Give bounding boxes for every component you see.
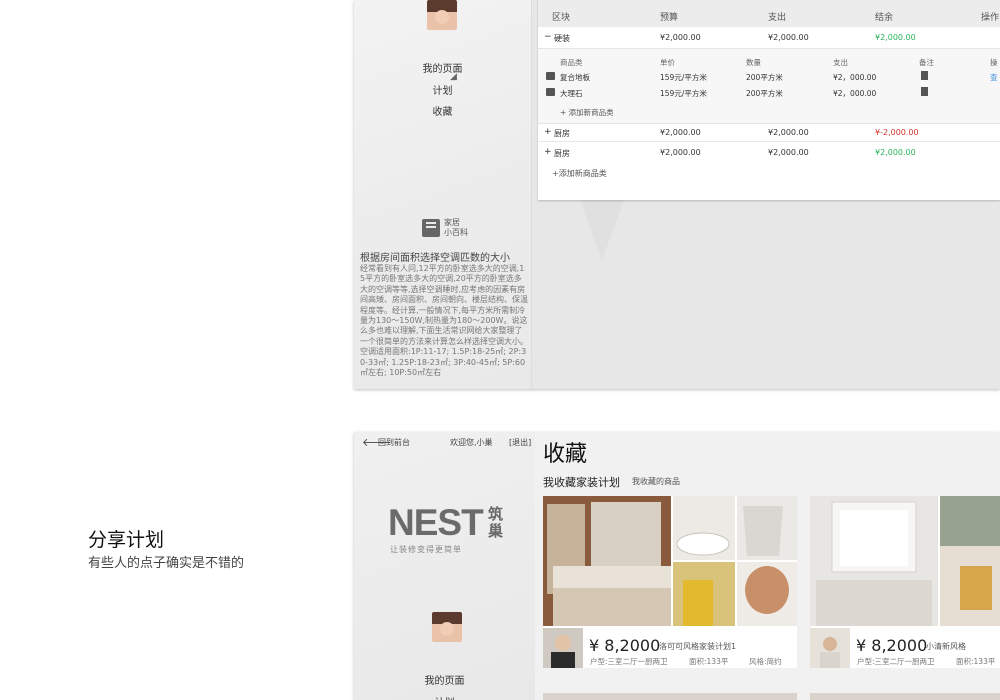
add-category-row: +添加新商品类 bbox=[538, 162, 1000, 182]
header-block: 区块 bbox=[552, 13, 571, 23]
header-balance: 结余 bbox=[875, 13, 894, 23]
next-card-row bbox=[810, 693, 1000, 700]
card-layout: 户型:三室二厅一厨两卫 bbox=[857, 657, 935, 666]
header-actions: 操作 bbox=[981, 13, 1000, 23]
avatar[interactable] bbox=[432, 612, 462, 642]
header-spent: 支出 bbox=[768, 13, 787, 23]
nest-logo[interactable]: NEST 筑巢 bbox=[388, 502, 503, 543]
nav-plan[interactable]: 计划 bbox=[354, 694, 535, 700]
table-row: + 厨房 ¥2,000.00 ¥2,000.00 ¥-2,000.00 bbox=[538, 122, 1000, 142]
card-title: 小清新风格 bbox=[926, 642, 966, 651]
wiki-line1: 家居 bbox=[444, 218, 460, 227]
share-plan-caption: 分享计划 有些人的点子确实是不错的 bbox=[88, 528, 244, 571]
page-title: 收藏 bbox=[543, 442, 588, 467]
logo-text-cn: 筑巢 bbox=[488, 505, 504, 540]
budget-table: 区块 预算 支出 结余 操作 − 硬装 ¥2,000.00 ¥2,000.00 … bbox=[538, 0, 1000, 200]
item-name: 复合地板 bbox=[560, 73, 590, 82]
sub-table: 商品类 单价 数量 支出 备注 操 复合地板 159元/平方米 200平方米 ¥… bbox=[538, 48, 1000, 124]
home-wiki[interactable]: 家居 小百科 bbox=[422, 218, 468, 238]
book-icon bbox=[422, 219, 440, 237]
logout-link[interactable]: [退出] bbox=[509, 437, 531, 448]
card-area: 面积:133平 bbox=[956, 657, 996, 666]
plan-photo bbox=[543, 496, 797, 626]
user-thumbnail bbox=[543, 628, 583, 668]
wiki-line2: 小百科 bbox=[444, 228, 468, 237]
row-spent: ¥2,000.00 bbox=[768, 148, 809, 157]
collapse-toggle[interactable]: − bbox=[544, 32, 552, 42]
plan-screenshot: 我的页面 计划 ◢ 收藏 家居 小百科 根据房间面积选择空调匹数的大小 经常看到… bbox=[354, 0, 1000, 389]
card-layout: 户型:三室二厅一厨两卫 bbox=[590, 657, 668, 666]
logo-text-en: NEST bbox=[388, 502, 484, 543]
tab-favorite-plans[interactable]: 我收藏家装计划 bbox=[543, 474, 620, 490]
item-spent: ¥2，000.00 bbox=[833, 73, 877, 82]
plan-card[interactable]: ¥ 8,2000 洛可可风格家装计划1 户型:三室二厅一厨两卫 面积:133平 … bbox=[543, 496, 797, 668]
sub-header-quantity: 数量 bbox=[746, 58, 761, 67]
card-price: ¥ 8,2000 bbox=[856, 636, 928, 655]
row-budget: ¥2,000.00 bbox=[660, 148, 701, 157]
article-title[interactable]: 根据房间面积选择空调匹数的大小 bbox=[360, 249, 510, 264]
item-quantity: 200平方米 bbox=[746, 73, 783, 82]
bird-icon: ◢ bbox=[450, 72, 457, 82]
favorites-screenshot: 🡐 回到前台 欢迎您,小巢 [退出] NEST 筑巢 让装修变得更简单 我的页面… bbox=[354, 432, 1000, 700]
item-name: 大理石 bbox=[560, 89, 583, 98]
row-spent: ¥2,000.00 bbox=[768, 33, 809, 42]
add-item-link[interactable]: + 添加新商品类 bbox=[560, 107, 614, 118]
row-balance: ¥2,000.00 bbox=[875, 148, 916, 157]
plan-photo bbox=[810, 496, 1000, 626]
nav-plan[interactable]: 计划 bbox=[354, 82, 531, 97]
sidebar: 🡐 回到前台 欢迎您,小巢 [退出] NEST 筑巢 让装修变得更简单 我的页面… bbox=[354, 432, 535, 700]
item-quantity: 200平方米 bbox=[746, 89, 783, 98]
table-row: + 厨房 ¥2,000.00 ¥2,000.00 ¥2,000.00 bbox=[538, 142, 1000, 162]
nav-my-page[interactable]: 我的页面 bbox=[354, 672, 535, 687]
row-name: 厨房 bbox=[554, 129, 570, 138]
card-title: 洛可可风格家装计划1 bbox=[659, 642, 737, 651]
card-style: 风格:简约 bbox=[749, 657, 782, 666]
sub-header-category: 商品类 bbox=[560, 58, 583, 67]
nav-my-page[interactable]: 我的页面 bbox=[354, 60, 531, 75]
sub-header-action: 操 bbox=[990, 58, 998, 67]
card-area: 面积:133平 bbox=[689, 657, 729, 666]
sub-header-spent: 支出 bbox=[833, 58, 848, 67]
expand-toggle[interactable]: + bbox=[544, 147, 552, 157]
logo-slogan: 让装修变得更简单 bbox=[390, 545, 462, 554]
user-thumbnail bbox=[810, 628, 850, 668]
row-name: 硬装 bbox=[554, 34, 570, 43]
header-budget: 预算 bbox=[660, 13, 679, 23]
expand-toggle[interactable]: + bbox=[544, 127, 552, 137]
row-balance: ¥2,000.00 bbox=[875, 33, 916, 42]
item-spent: ¥2，000.00 bbox=[833, 89, 877, 98]
decor-triangle bbox=[580, 200, 624, 260]
welcome-text: 欢迎您,小巢 bbox=[450, 438, 493, 447]
back-to-front-link[interactable]: 回到前台 bbox=[378, 437, 410, 448]
row-balance: ¥-2,000.00 bbox=[875, 128, 919, 137]
note-icon[interactable] bbox=[921, 71, 928, 80]
sub-header-note: 备注 bbox=[919, 58, 934, 67]
caption-subtitle: 有些人的点子确实是不错的 bbox=[88, 556, 245, 571]
row-spent: ¥2,000.00 bbox=[768, 128, 809, 137]
article-body: 经常看到有人问,12平方的卧室选多大的空调,15平方的卧室选多大的空调,20平方… bbox=[360, 264, 528, 378]
next-card-row bbox=[543, 693, 797, 700]
item-unit-price: 159元/平方米 bbox=[660, 89, 707, 98]
table-header: 区块 预算 支出 结余 操作 bbox=[538, 0, 1000, 27]
image-icon[interactable] bbox=[546, 88, 555, 96]
avatar[interactable] bbox=[427, 0, 457, 30]
view-link[interactable]: 查 bbox=[990, 72, 998, 83]
image-icon[interactable] bbox=[546, 72, 555, 80]
sub-header-unit-price: 单价 bbox=[660, 58, 675, 67]
row-budget: ¥2,000.00 bbox=[660, 128, 701, 137]
plan-card[interactable]: ¥ 8,2000 小清新风格 户型:三室二厅一厨两卫 面积:133平 bbox=[810, 496, 1000, 668]
nav-favorites[interactable]: 收藏 bbox=[354, 103, 531, 118]
sidebar: 我的页面 计划 ◢ 收藏 家居 小百科 根据房间面积选择空调匹数的大小 经常看到… bbox=[354, 0, 532, 389]
row-budget: ¥2,000.00 bbox=[660, 33, 701, 42]
note-icon[interactable] bbox=[921, 87, 928, 96]
card-price: ¥ 8,2000 bbox=[589, 636, 661, 655]
tab-favorite-products[interactable]: 我收藏的商品 bbox=[632, 476, 680, 487]
caption-title: 分享计划 bbox=[88, 529, 165, 551]
table-row: − 硬装 ¥2,000.00 ¥2,000.00 ¥2,000.00 bbox=[538, 27, 1000, 47]
row-name: 厨房 bbox=[554, 149, 570, 158]
add-category-link[interactable]: +添加新商品类 bbox=[552, 168, 607, 179]
item-unit-price: 159元/平方米 bbox=[660, 73, 707, 82]
